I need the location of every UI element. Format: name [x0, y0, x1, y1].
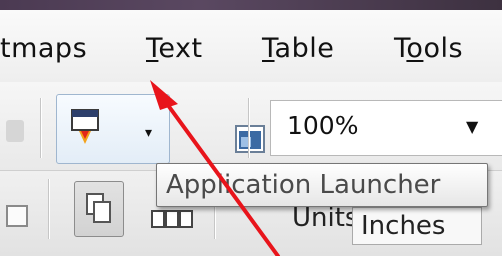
- annotation-arrow: [150, 80, 280, 256]
